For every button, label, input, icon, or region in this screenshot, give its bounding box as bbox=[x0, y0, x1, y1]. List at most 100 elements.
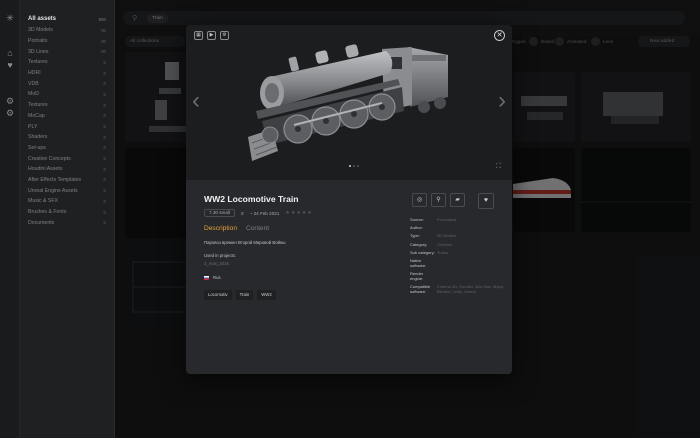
tag[interactable]: WW2 bbox=[257, 290, 276, 300]
preview-icon[interactable]: ◎ bbox=[412, 193, 427, 207]
sidebar-item[interactable]: Brushes & Fonts 0 bbox=[20, 207, 114, 218]
tag[interactable]: Train bbox=[235, 290, 254, 300]
folder-icon[interactable]: ▰ bbox=[450, 193, 465, 207]
rating-stars[interactable]: ★★★★★ bbox=[285, 210, 312, 216]
favorites-icon[interactable]: ♥ bbox=[5, 60, 15, 70]
detail-tabs: Description Content bbox=[204, 225, 269, 232]
sidebar-item[interactable]: After Effects Templates 0 bbox=[20, 175, 114, 186]
sidebar-item-label: Houdini Assets bbox=[28, 166, 63, 173]
sidebar-item-label: MoD bbox=[28, 91, 39, 98]
property-row: Compatible software: Cinema 4D, Houdini, … bbox=[410, 284, 506, 294]
sidebar-item-count: 0 bbox=[103, 70, 106, 76]
property-key: Compatible software: bbox=[410, 284, 431, 295]
property-value: Cinema 4D, Houdini, 3Ds Max, Maya, Blend… bbox=[437, 284, 504, 295]
settings-icon[interactable]: ⚙ bbox=[5, 96, 15, 106]
sidebar-item-label: Documents bbox=[28, 219, 55, 226]
model-viewer[interactable]: ▦ ▶ ⚙ ✕ ‹ › ⛶ bbox=[186, 25, 512, 180]
sidebar-item-count: 0 bbox=[103, 81, 106, 87]
property-key: Category: bbox=[410, 241, 428, 247]
property-value: Trains bbox=[437, 249, 448, 255]
sidebar-item-label: Textures bbox=[28, 59, 48, 66]
asset-detail-modal: ▦ ▶ ⚙ ✕ ‹ › ⛶ WW2 Locomotive Train 7.30 … bbox=[186, 25, 512, 374]
used-in-value[interactable]: 3_max_2016 bbox=[204, 261, 229, 266]
sidebar-item-label: Set-ups bbox=[28, 144, 46, 151]
sidebar-item-count: 0 bbox=[103, 91, 106, 97]
app-root: ✳ ⌂ ♥ ⚙ ⚙ All assets 890 3D Models 00 Port… bbox=[0, 0, 700, 438]
sidebar-item[interactable]: VDB 0 bbox=[20, 78, 114, 89]
carousel-dots bbox=[349, 165, 359, 167]
property-key: Sub category: bbox=[410, 249, 435, 255]
sidebar-item-label: Shaders bbox=[28, 134, 48, 141]
sidebar-item-count: 0 bbox=[103, 102, 106, 108]
sidebar-item-label: PLY bbox=[28, 123, 38, 130]
sidebar-item[interactable]: Houdini Assets 0 bbox=[20, 164, 114, 175]
sidebar-item[interactable]: Creative Concepts 0 bbox=[20, 153, 114, 164]
file-size-badge: 7.30 small bbox=[204, 209, 235, 217]
sidebar-item-label: Brushes & Fonts bbox=[28, 209, 67, 216]
sidebar-item[interactable]: MoD 0 bbox=[20, 89, 114, 100]
sidebar-item-label: HDRI bbox=[28, 70, 41, 77]
sidebar-item-count: 0 bbox=[103, 220, 106, 226]
sidebar-item[interactable]: Set-ups 0 bbox=[20, 143, 114, 154]
carousel-dot[interactable] bbox=[349, 165, 351, 167]
sidebar-item-label: Textures bbox=[28, 102, 48, 109]
sidebar-item[interactable]: MoCap 0 bbox=[20, 111, 114, 122]
sidebar-item-count: 0 bbox=[103, 113, 106, 119]
asset-properties: Source: Purchased Author: - Type: 3D Models Ca… bbox=[410, 217, 506, 298]
tab-description[interactable]: Description bbox=[204, 225, 237, 232]
sidebar-item[interactable]: Shaders 0 bbox=[20, 132, 114, 143]
sidebar-item[interactable]: Music & SFX 0 bbox=[20, 196, 114, 207]
sidebar-item[interactable]: Portraits 00 bbox=[20, 36, 114, 47]
sidebar-item-count: 0 bbox=[103, 124, 106, 130]
sidebar-item[interactable]: PLY 0 bbox=[20, 121, 114, 132]
sidebar-item-count: 0 bbox=[103, 156, 106, 162]
sidebar-item[interactable]: 3D Lines 00 bbox=[20, 46, 114, 57]
property-row: Category: Vehicles bbox=[410, 242, 506, 247]
property-row: Native software: - bbox=[410, 258, 506, 268]
sidebar-item-label: Unreal Engine Assets bbox=[28, 187, 78, 194]
property-key: Native software: bbox=[410, 257, 427, 268]
used-in-label: Used in projects: bbox=[204, 253, 237, 258]
carousel-dot[interactable] bbox=[357, 165, 359, 167]
sidebar-item[interactable]: Unreal Engine Assets 0 bbox=[20, 185, 114, 196]
property-row: Render engine: - bbox=[410, 271, 506, 281]
sidebar-item-count: 00 bbox=[101, 49, 106, 55]
home-icon[interactable]: ⌂ bbox=[5, 48, 15, 58]
locomotive-render bbox=[248, 44, 448, 161]
sidebar-item[interactable]: Textures 0 bbox=[20, 57, 114, 68]
sidebar-item[interactable]: HDRI 0 bbox=[20, 68, 114, 79]
sidebar-item-all-assets[interactable]: All assets 890 bbox=[20, 13, 114, 25]
logo-icon[interactable]: ✳ bbox=[5, 13, 15, 23]
property-value: - bbox=[437, 225, 439, 231]
sidebar-item-count: 0 bbox=[103, 134, 106, 140]
property-value: - bbox=[437, 271, 439, 277]
sidebar-item-label: VDB bbox=[28, 80, 39, 87]
sidebar-item-count: 0 bbox=[103, 59, 106, 65]
language: Rus bbox=[204, 275, 221, 280]
sidebar-item-label: Creative Concepts bbox=[28, 155, 71, 162]
preferences-icon[interactable]: ⚙ bbox=[5, 108, 15, 118]
property-key: Type: bbox=[410, 233, 420, 239]
sidebar-item-count: 0 bbox=[103, 166, 106, 172]
sidebar-item-count: 0 bbox=[103, 188, 106, 194]
asset-title: WW2 Locomotive Train bbox=[204, 194, 299, 204]
property-value: Vehicles bbox=[437, 241, 452, 247]
sidebar-list: 3D Models 00 Portraits 00 3D Lines 00 Textures… bbox=[20, 25, 114, 228]
carousel-dot[interactable] bbox=[353, 165, 355, 167]
sidebar-item-count: 890 bbox=[98, 16, 106, 22]
sidebar-item[interactable]: Documents 0 bbox=[20, 217, 114, 228]
sidebar-item-label: After Effects Templates bbox=[28, 176, 82, 183]
sidebar-item[interactable]: Textures 0 bbox=[20, 100, 114, 111]
sidebar-item[interactable]: 3D Models 00 bbox=[20, 25, 114, 36]
property-key: Author: bbox=[410, 225, 423, 231]
tag[interactable]: Locomotiv bbox=[204, 290, 232, 300]
language-label: Rus bbox=[213, 275, 221, 280]
sidebar-item-label: 3D Models bbox=[28, 27, 53, 34]
date-label: ◔ 24 Feb 2021 bbox=[249, 210, 280, 216]
link-icon[interactable]: ⚲ bbox=[431, 193, 446, 207]
sidebar-item-count: 00 bbox=[101, 38, 106, 44]
favorite-heart-icon[interactable]: ♥ bbox=[478, 193, 494, 209]
sidebar-item-count: 0 bbox=[103, 198, 106, 204]
tab-content[interactable]: Content bbox=[246, 225, 269, 232]
fullscreen-icon[interactable]: ⛶ bbox=[496, 163, 504, 171]
